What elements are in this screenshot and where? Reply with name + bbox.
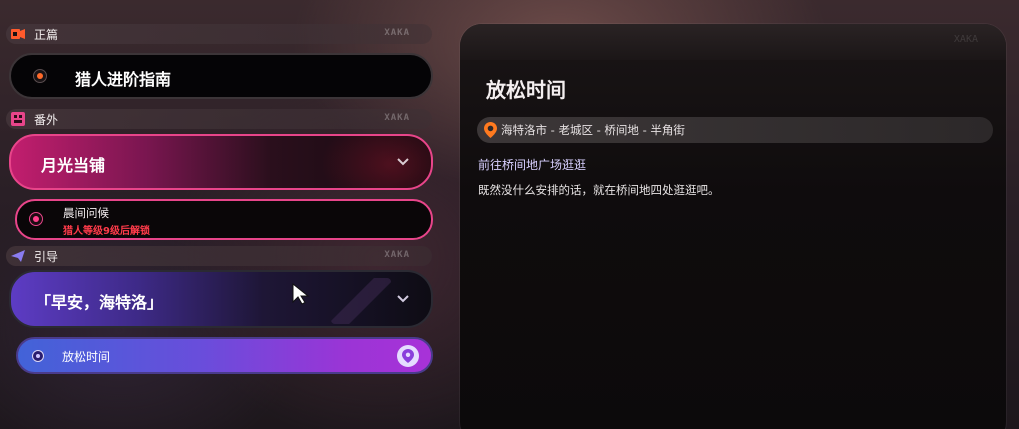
quest-title: 「早安，海特洛」 [35,293,164,312]
section-watermark: XAKA [384,113,410,123]
section-watermark: XAKA [384,28,410,38]
quest-item-moonlight-pawnshop[interactable]: 月光当铺 [9,134,433,190]
quest-detail-title: 放松时间 [486,78,566,102]
decorative-emblem [331,278,391,324]
side-story-icon [10,112,26,126]
chevron-down-icon[interactable] [397,291,409,307]
quest-title: 月光当铺 [41,156,106,175]
location-pin-icon[interactable] [397,345,419,367]
quest-detail-panel: XAKA 放松时间 海特洛市 - 老城区 - 桥间地 - 半角街 前往桥间地广场… [460,24,1006,429]
panel-watermark: XAKA [953,34,978,45]
chevron-down-icon[interactable] [397,154,409,170]
section-title-side: 番外 [34,112,59,127]
quest-title: 猎人进阶指南 [75,70,172,89]
quest-title: 放松时间 [62,350,111,364]
location-path: 海特洛市 - 老城区 - 桥间地 - 半角街 [501,123,685,137]
quest-item-hunter-guide[interactable]: 猎人进阶指南 [9,53,433,99]
location-pin-icon [482,122,498,138]
quest-title: 晨间问候 [63,206,109,220]
location-bar: 海特洛市 - 老城区 - 桥间地 - 半角街 [477,117,993,143]
unlock-requirement: 猎人等级9级后解锁 [63,226,150,237]
section-watermark: XAKA [384,250,410,260]
quest-subitem-morning-greeting[interactable]: 晨间问候 猎人等级9级后解锁 [15,199,433,240]
section-title-guide: 引导 [34,249,59,264]
guide-icon [10,249,26,263]
section-header-main: 正篇 XAKA [6,24,432,44]
quest-subitem-relax-time[interactable]: 放松时间 [16,337,433,374]
quest-status-dot [32,350,44,362]
main-story-icon [10,27,26,41]
quest-status-dot [33,69,47,83]
quest-objective: 前往桥间地广场逛逛 [478,158,587,172]
mouse-cursor-icon [291,282,311,309]
section-header-guide: 引导 XAKA [6,246,432,266]
quest-description: 既然没什么安排的话，就在桥间地四处逛逛吧。 [478,183,720,197]
quest-item-good-morning[interactable]: 「早安，海特洛」 [9,270,433,328]
panel-header-strip [460,24,1006,60]
section-header-side: 番外 XAKA [6,109,432,129]
section-title-main: 正篇 [34,27,59,42]
quest-status-dot [29,212,43,226]
